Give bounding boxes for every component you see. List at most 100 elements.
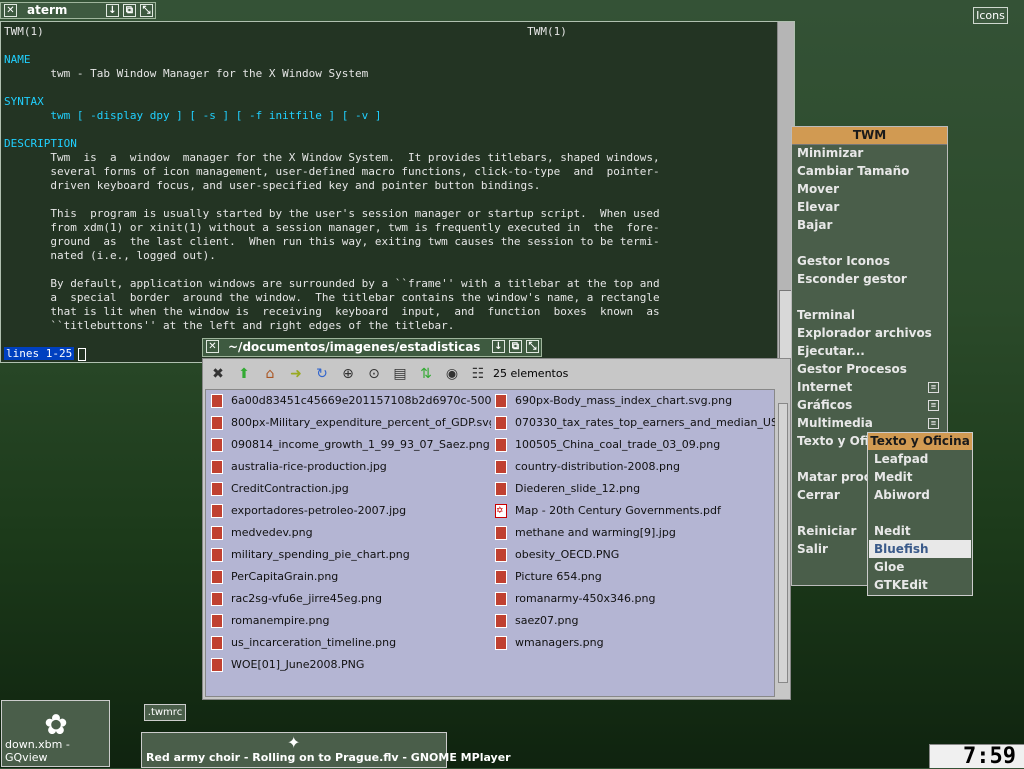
file-item[interactable]: Map - 20th Century Governments.pdf [495,501,775,521]
terminal-line: twm [ -display dpy ] [ -s ] [ -f initfil… [4,109,382,122]
resize-icon[interactable]: ⤡ [140,4,153,17]
file-manager-titlebar[interactable]: ✕ ~/documentos/imagenes/estadisticas ↓ ⧉… [202,338,542,357]
image-file-icon [211,504,223,518]
file-item[interactable]: 070330_tax_rates_top_earners_and_median_… [495,413,775,433]
submenu-item[interactable]: Leafpad [874,450,928,468]
scroll-thumb[interactable] [778,403,788,683]
twmrc-file-icon[interactable]: .twmrc [144,704,186,721]
file-item[interactable]: PerCapitaGrain.png [211,567,491,587]
menu-item[interactable]: Salir [797,540,828,558]
submenu-item[interactable]: GTKEdit [874,576,928,594]
file-item[interactable]: 690px-Body_mass_index_chart.svg.png [495,391,775,411]
file-item[interactable]: wmanagers.png [495,633,775,653]
file-item[interactable]: romanempire.png [211,611,491,631]
details-icon[interactable]: ☷ [469,365,487,383]
close-icon[interactable]: ✖ [209,365,227,383]
file-name: rac2sg-vfu6e_jirre45eg.png [231,592,382,605]
menu-item[interactable]: Reiniciar [797,522,856,540]
menu-item[interactable]: Cerrar [797,486,840,504]
refresh-icon[interactable]: ↻ [313,365,331,383]
image-file-icon [211,592,223,606]
menu-item[interactable]: Gestor Iconos [797,252,890,270]
image-file-icon [495,416,507,430]
file-item[interactable]: medvedev.png [211,523,491,543]
image-file-icon [495,526,507,540]
icon-label: Red army choir - Rolling on to Prague.fl… [146,751,511,764]
file-item[interactable]: 100505_China_coal_trade_03_09.png [495,435,775,455]
image-file-icon [211,636,223,650]
mplayer-iconified[interactable]: ✦ Red army choir - Rolling on to Prague.… [141,732,511,768]
file-name: methane and warming[9].jpg [515,526,676,539]
file-item[interactable]: military_spending_pie_chart.png [211,545,491,565]
sort-icon[interactable]: ⇅ [417,365,435,383]
image-file-icon [495,460,507,474]
file-name: Diederen_slide_12.png [515,482,641,495]
pdf-file-icon [495,504,507,518]
image-file-icon [211,526,223,540]
aterm-titlebar[interactable]: ✕ aterm ↓ ⧉ ⤡ [0,2,156,19]
submenu-item[interactable]: Medit [874,468,913,486]
file-item[interactable]: us_incarceration_timeline.png [211,633,491,653]
menu-item[interactable]: Bajar [797,216,832,234]
file-item[interactable]: Picture 654.png [495,567,775,587]
iconify-icon[interactable]: ↓ [106,4,119,17]
menu-item[interactable]: Explorador archivos [797,324,932,342]
forward-icon[interactable]: ➜ [287,365,305,383]
view-icon[interactable]: ▤ [391,365,409,383]
submenu-item[interactable]: Nedit [874,522,911,540]
file-item[interactable]: romanarmy-450x346.png [495,589,775,609]
file-list[interactable]: 6a00d83451c45669e201157108b2d6970c-500 80… [205,389,775,697]
menu-item[interactable]: Gráficos [797,396,852,414]
file-list-scrollbar[interactable] [776,389,790,697]
file-item[interactable]: australia-rice-production.jpg [211,457,491,477]
file-item[interactable]: methane and warming[9].jpg [495,523,775,543]
zoom-in-icon[interactable]: ⊕ [339,365,357,383]
menu-item[interactable]: Elevar [797,198,839,216]
file-item[interactable]: Diederen_slide_12.png [495,479,775,499]
terminal-window[interactable]: TWM(1) TWM(1) NAME twm - Tab Window Manag… [0,21,795,363]
file-item[interactable]: obesity_OECD.PNG [495,545,775,565]
file-item[interactable]: WOE[01]_June2008.PNG [211,655,491,675]
menu-item[interactable]: Ejecutar... [797,342,865,360]
file-item[interactable]: 090814_income_growth_1_99_93_07_Saez.png [211,435,491,455]
file-item[interactable]: 800px-Military_expenditure_percent_of_GD… [211,413,491,433]
menu-item[interactable]: Esconder gestor [797,270,907,288]
file-name: 100505_China_coal_trade_03_09.png [515,438,721,451]
menu-item[interactable]: Minimizar [797,144,863,162]
gqview-iconified[interactable]: ✿ down.xbm - GQview [1,700,110,767]
home-icon[interactable]: ⌂ [261,365,279,383]
file-name: Picture 654.png [515,570,602,583]
show-hidden-icon[interactable]: ◉ [443,365,461,383]
status-label: lines 1-25 [4,347,75,360]
file-item[interactable]: CreditContraction.jpg [211,479,491,499]
menu-item[interactable]: Internet [797,378,852,396]
icon-label: down.xbm - GQview [5,738,70,764]
close-icon[interactable]: ✕ [206,340,219,353]
submenu-item[interactable]: Gloe [874,558,904,576]
menu-item[interactable]: Cambiar Tamaño [797,162,909,180]
terminal-line: twm - Tab Window Manager for the X Windo… [4,67,369,80]
file-item[interactable]: 6a00d83451c45669e201157108b2d6970c-500 [211,391,491,411]
toolbar: ✖ ⬆ ⌂ ➜ ↻ ⊕ ⊙ ▤ ⇅ ◉ ☷ 25 elementos [203,359,790,389]
menu-item[interactable]: Texto y Ofic [797,432,876,450]
file-item[interactable]: exportadores-petroleo-2007.jpg [211,501,491,521]
iconify-icon[interactable]: ↓ [492,340,505,353]
menu-item[interactable]: Gestor Procesos [797,360,907,378]
file-item[interactable]: saez07.png [495,611,775,631]
menu-item[interactable]: Mover [797,180,839,198]
text-office-submenu[interactable]: Texto y Oficina Leafpad Medit Abiword Nedit… [867,432,973,596]
zoom-fit-icon[interactable]: ⊙ [365,365,383,383]
resize-icon[interactable]: ⤡ [526,340,539,353]
submenu-item[interactable]: Bluefish [869,540,971,558]
file-item[interactable]: country-distribution-2008.png [495,457,775,477]
file-item[interactable]: rac2sg-vfu6e_jirre45eg.png [211,589,491,609]
menu-item[interactable]: Multimedia [797,414,873,432]
up-icon[interactable]: ⬆ [235,365,253,383]
menu-item[interactable]: Terminal [797,306,855,324]
submenu-item[interactable]: Abiword [874,486,930,504]
icon-manager-button[interactable]: Icons [973,7,1008,24]
maximize-icon[interactable]: ⧉ [509,340,522,353]
maximize-icon[interactable]: ⧉ [123,4,136,17]
close-icon[interactable]: ✕ [4,4,17,17]
window-title: aterm [27,3,68,17]
